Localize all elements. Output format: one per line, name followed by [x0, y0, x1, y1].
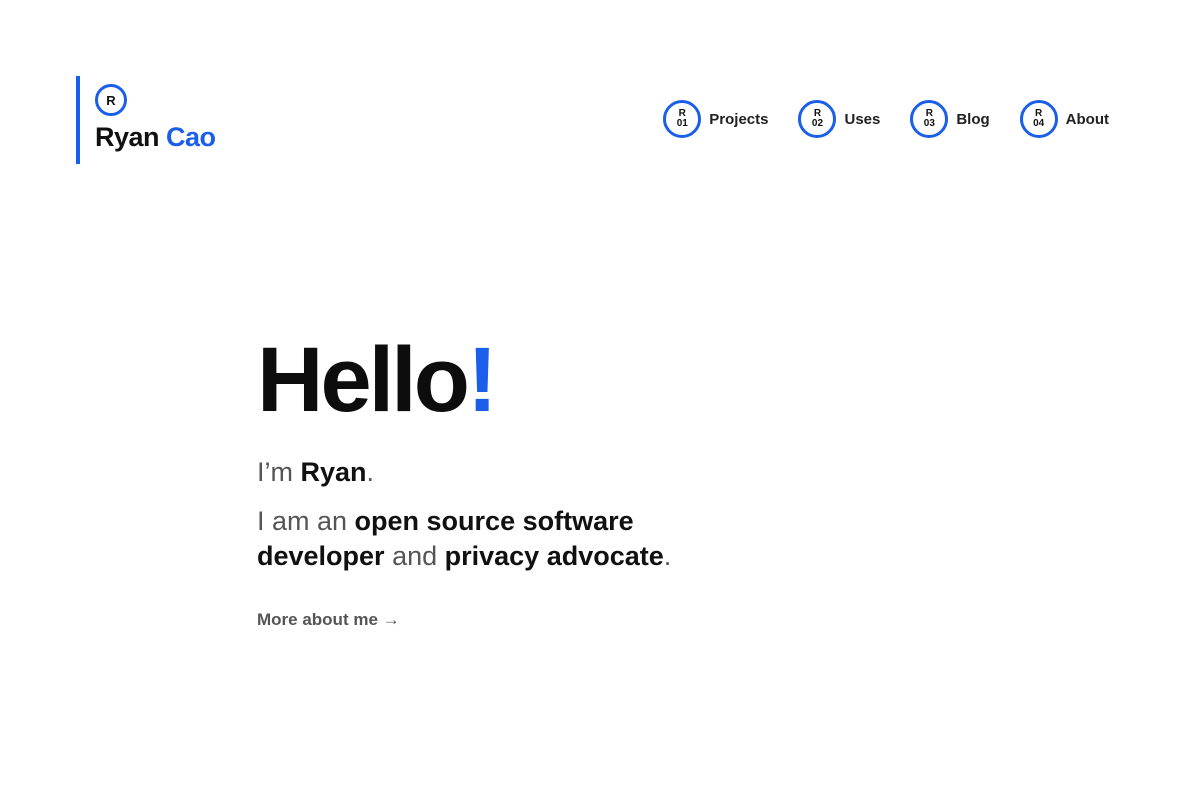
nav-item-about[interactable]: R 04 About [1019, 100, 1109, 138]
intro-prefix: I’m [257, 457, 301, 487]
tagline-prefix: I am an [257, 506, 355, 536]
brand-badge-icon: R [95, 84, 127, 116]
nav-item-blog[interactable]: R 03 Blog [910, 100, 990, 138]
nav-item-projects[interactable]: R 01 Projects [663, 100, 768, 138]
brand-first-name: Ryan [95, 122, 160, 152]
brand-last-name: Cao [166, 122, 216, 152]
hero-tagline: I am an open source software developer a… [257, 504, 737, 574]
hero-greeting-punct: ! [466, 329, 498, 431]
hero-intro: I’m Ryan. [257, 456, 737, 488]
nav-badge-number: 02 [811, 118, 824, 129]
nav-badge-icon: R 01 [663, 100, 702, 138]
nav-badge-icon: R 02 [798, 100, 837, 138]
page: R Ryan Cao R 01 Projects R 02 Uses R 03 [0, 0, 1200, 800]
more-about-me-link[interactable]: More about me → [257, 610, 400, 630]
nav-label: Projects [709, 110, 769, 128]
hero-section: Hello! I’m Ryan. I am an open source sof… [257, 330, 737, 630]
main-nav: R 01 Projects R 02 Uses R 03 Blog R 04 A… [663, 100, 1109, 138]
intro-suffix: . [366, 457, 375, 487]
brand-badge-letter: R [106, 92, 116, 108]
nav-item-uses[interactable]: R 02 Uses [798, 100, 880, 138]
nav-label: About [1065, 110, 1109, 128]
brand-name: Ryan Cao [95, 122, 216, 153]
nav-badge-number: 03 [923, 118, 935, 129]
nav-badge-number: 04 [1033, 118, 1045, 129]
brand-logo[interactable]: R Ryan Cao [76, 76, 216, 164]
nav-badge-icon: R 03 [910, 100, 949, 138]
hero-heading: Hello! [257, 330, 737, 430]
intro-name: Ryan [300, 457, 367, 487]
nav-label: Blog [956, 110, 990, 128]
nav-badge-number: 01 [676, 118, 688, 129]
nav-label: Uses [844, 110, 881, 128]
tagline-suffix: . [663, 541, 672, 571]
hero-greeting: Hello [257, 329, 470, 431]
nav-badge-icon: R 04 [1019, 100, 1058, 138]
tagline-mid: and [384, 541, 445, 571]
tagline-role-privacy: privacy advocate [444, 541, 664, 571]
